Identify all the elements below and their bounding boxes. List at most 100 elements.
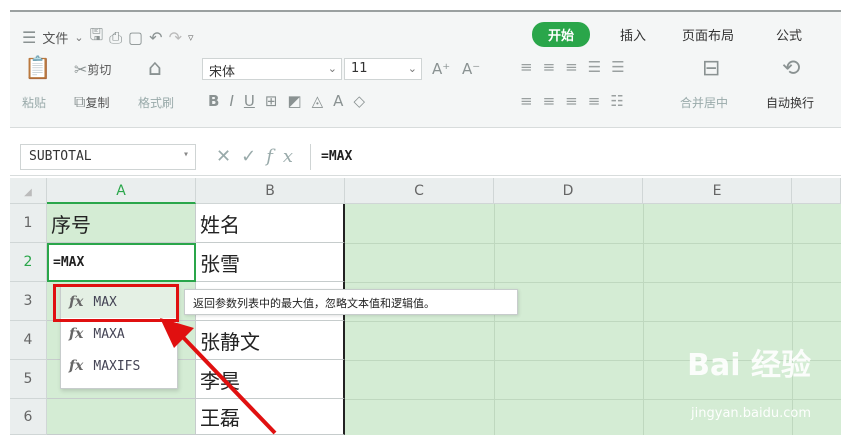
tab-insert[interactable]: 插入 — [620, 22, 646, 47]
fill-color-icon[interactable]: ◩ — [287, 92, 301, 110]
cell-a1[interactable]: 序号 — [47, 204, 196, 243]
chevron-down-icon[interactable]: ⌄ — [74, 31, 83, 44]
formula-actions: ✕✓fx — [216, 146, 303, 167]
font-size-value: 11 — [351, 61, 368, 76]
row-header-6[interactable]: 6 — [10, 399, 47, 435]
justify-icon[interactable]: ≡ — [588, 92, 601, 110]
merge-center-label[interactable]: 合并居中 — [680, 94, 728, 111]
chevron-down-icon: ⌄ — [327, 62, 337, 75]
outdent-icon[interactable]: ☰ — [611, 58, 624, 76]
gridline-row-3 — [345, 321, 841, 322]
formula-input[interactable]: =MAX — [310, 144, 841, 170]
italic-icon[interactable]: I — [229, 92, 233, 110]
font-name-value: 宋体 — [209, 65, 236, 80]
border-icon[interactable]: ⊞ — [265, 92, 278, 110]
copy-icon: ⧉ — [74, 92, 86, 111]
cut-button[interactable]: ✂ 剪切 — [74, 60, 111, 79]
cell-b2[interactable]: 张雪 — [196, 243, 345, 282]
cell-b1[interactable]: 姓名 — [196, 204, 345, 243]
tab-home[interactable]: 开始 — [532, 22, 591, 47]
gridline-row-2 — [345, 282, 841, 283]
distributed-icon[interactable]: ☷ — [610, 92, 623, 110]
align-bottom-icon[interactable]: ≡ — [565, 58, 578, 76]
align-right-icon[interactable]: ≡ — [565, 92, 578, 110]
bold-icon[interactable]: B — [208, 92, 219, 110]
font-size-select[interactable]: 11 ⌄ — [344, 58, 422, 80]
name-box-value: SUBTOTAL — [29, 149, 92, 164]
font-color-icon[interactable]: A — [333, 92, 343, 110]
merge-center-button[interactable]: ⊟ — [702, 56, 720, 81]
align-middle-icon[interactable]: ≡ — [543, 58, 556, 76]
column-header-b[interactable]: B — [196, 178, 345, 204]
decrease-font-button[interactable]: A⁻ — [462, 60, 480, 78]
row-header-5[interactable]: 5 — [10, 360, 47, 399]
cell-a2-active[interactable]: =MAX — [47, 243, 196, 282]
print-icon[interactable]: ⎙ — [109, 28, 122, 48]
function-name: MAXIFS — [93, 358, 141, 374]
highlight-icon[interactable]: ◬ — [312, 92, 324, 110]
gridline-row-1 — [345, 243, 841, 244]
formula-bar: SUBTOTAL ▾ ✕✓fx =MAX — [10, 138, 841, 176]
font-name-select[interactable]: 宋体 ⌄ — [202, 58, 342, 80]
tab-formulas[interactable]: 公式 — [776, 22, 802, 47]
function-icon: fx — [69, 358, 84, 374]
baidu-watermark-url: jingyan.baidu.com — [691, 406, 811, 421]
wrap-icon: ⟲ — [782, 56, 801, 81]
save-icon[interactable]: 🖫 — [90, 24, 104, 51]
paste-icon: 📋 — [24, 56, 52, 81]
arrow-shaft — [176, 330, 277, 435]
scissors-icon: ✂ — [74, 60, 88, 79]
brush-icon: ⌂ — [148, 56, 162, 81]
align-row-bottom: ≡ ≡ ≡ ≡ ☷ — [520, 92, 624, 110]
column-header-f[interactable] — [792, 178, 841, 204]
tab-page-layout[interactable]: 页面布局 — [682, 22, 734, 47]
row-header-3[interactable]: 3 — [10, 282, 47, 321]
row-header-4[interactable]: 4 — [10, 321, 47, 360]
red-arrow-annotation — [160, 318, 277, 435]
align-left-icon[interactable]: ≡ — [520, 92, 533, 110]
hamburger-icon[interactable]: ☰ — [22, 28, 36, 47]
format-painter-label: 格式刷 — [138, 96, 175, 110]
quick-access-bar: ☰ 文件 ⌄ 🖫 ⎙ ▢ ↶ ↷ ▿ — [22, 24, 194, 51]
function-name: MAXA — [93, 326, 125, 342]
increase-font-button[interactable]: A⁺ — [432, 60, 450, 78]
copy-button[interactable]: ⧉ 复制 — [74, 92, 109, 112]
customize-dropdown-icon[interactable]: ▿ — [188, 31, 194, 44]
insert-function-icon[interactable]: fx — [266, 146, 303, 167]
name-box[interactable]: SUBTOTAL ▾ — [20, 144, 196, 170]
cut-label: 剪切 — [87, 63, 112, 77]
column-header-a[interactable]: A — [47, 178, 196, 204]
align-center-icon[interactable]: ≡ — [543, 92, 556, 110]
chevron-down-icon: ⌄ — [407, 62, 417, 75]
function-icon: fx — [69, 326, 84, 342]
align-top-icon[interactable]: ≡ — [520, 58, 533, 76]
undo-icon[interactable]: ↶ — [149, 28, 162, 47]
gridline-c — [494, 204, 495, 435]
row-header-2[interactable]: 2 — [10, 243, 47, 282]
eraser-icon[interactable]: ◇ — [353, 92, 365, 110]
gridline-row-5 — [345, 399, 841, 400]
merge-icon: ⊟ — [702, 56, 721, 81]
select-all-corner[interactable]: ◢ — [10, 178, 47, 204]
print-preview-icon[interactable]: ▢ — [128, 28, 143, 47]
highlight-box — [53, 284, 179, 322]
paste-label[interactable]: 粘贴 — [22, 94, 46, 111]
paste-button[interactable]: 📋 — [24, 56, 51, 81]
wrap-text-label[interactable]: 自动换行 — [766, 94, 814, 111]
align-row-top: ≡ ≡ ≡ ☰ ☰ — [520, 58, 625, 76]
copy-label: 复制 — [85, 95, 110, 110]
redo-icon[interactable]: ↷ — [169, 28, 182, 47]
ribbon: ☰ 文件 ⌄ 🖫 ⎙ ▢ ↶ ↷ ▿ 开始 插入 页面布局 公式 📋 粘贴 ✂ … — [10, 10, 841, 128]
cancel-icon[interactable]: ✕ — [216, 146, 241, 167]
file-menu-label[interactable]: 文件 — [42, 28, 68, 47]
column-header-d[interactable]: D — [494, 178, 643, 204]
wrap-text-button[interactable]: ⟲ — [782, 56, 800, 81]
chevron-down-icon[interactable]: ▾ — [183, 149, 189, 160]
confirm-icon[interactable]: ✓ — [241, 146, 266, 167]
format-painter-button[interactable]: ⌂ — [148, 56, 162, 81]
row-header-1[interactable]: 1 — [10, 204, 47, 243]
underline-icon[interactable]: U — [244, 92, 255, 110]
indent-icon[interactable]: ☰ — [588, 58, 601, 76]
column-header-c[interactable]: C — [345, 178, 494, 204]
column-header-e[interactable]: E — [643, 178, 792, 204]
